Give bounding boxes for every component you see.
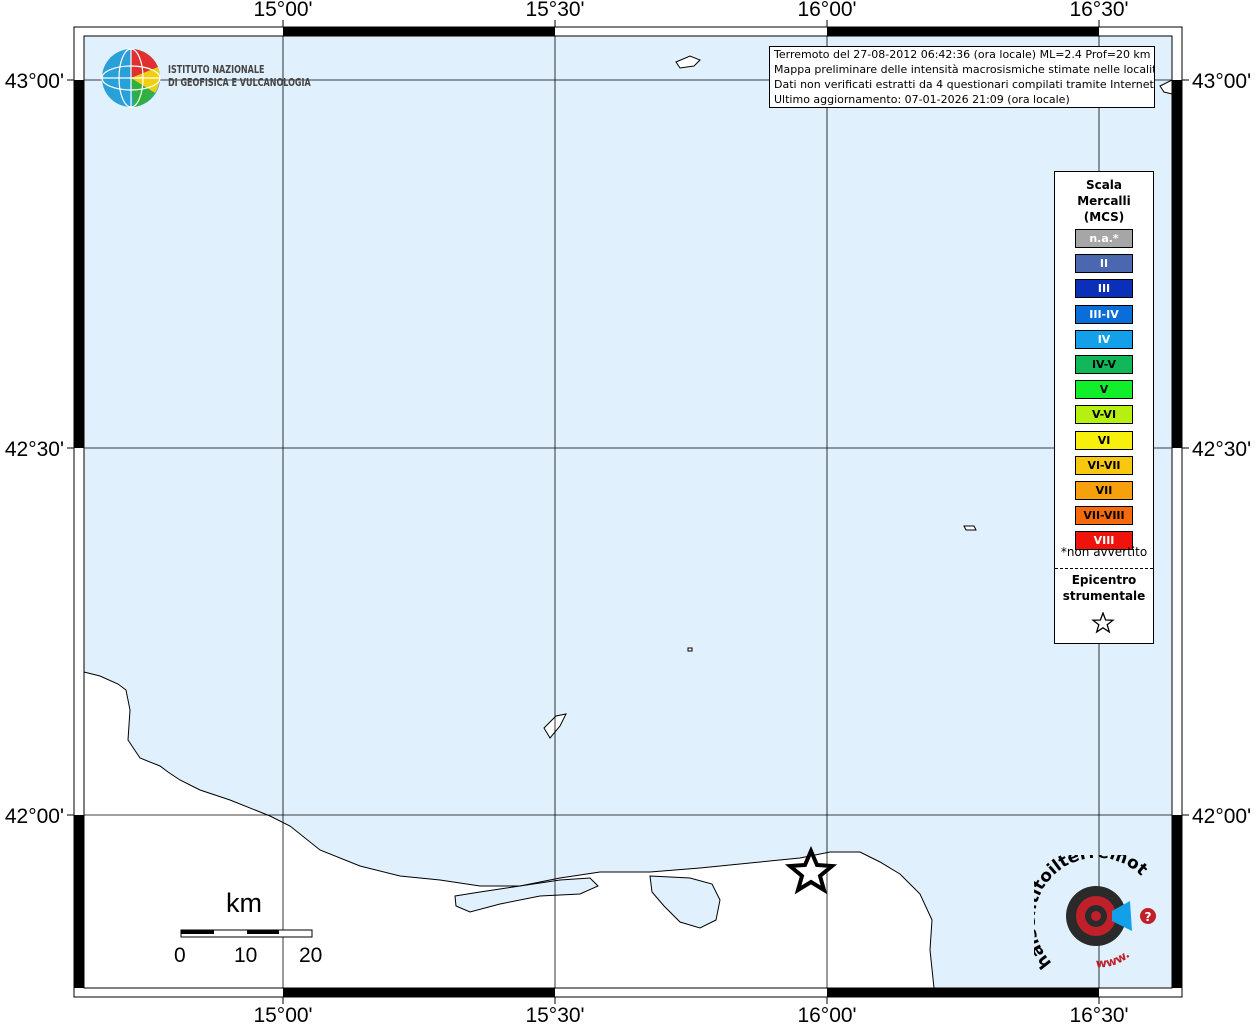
event-info-line1: Terremoto del 27-08-2012 06:42:36 (ora l… (774, 48, 1151, 61)
legend-title-line2: Mercalli (1077, 194, 1131, 208)
legend-item: V-VI (1075, 405, 1133, 425)
scale-tick-20: 20 (299, 944, 323, 967)
bottom-label-16-30: 16°30' (1069, 1004, 1128, 1024)
legend-epicenter-line2: strumentale (1062, 589, 1146, 603)
ingv-name: ISTITUTO NAZIONALE DI GEOFISICA E VULCAN… (168, 64, 311, 90)
legend-item: V (1075, 380, 1133, 400)
legend-title-line3: (MCS) (1083, 210, 1125, 224)
mcs-legend: Scala Mercalli (MCS) n.a.* II III III-IV IV I… (1054, 171, 1154, 644)
top-label-16-30: 16°30' (1069, 0, 1128, 21)
legend-item: III (1075, 279, 1133, 299)
right-label-42-00: 42°00' (1192, 805, 1251, 828)
legend-star-icon (1091, 612, 1115, 634)
event-info-line2: Mappa preliminare delle intensità macros… (774, 63, 1155, 76)
event-info-line3: Dati non verificati estratti da 4 questi… (774, 78, 1155, 91)
legend-divider (1055, 568, 1153, 569)
right-label-42-30: 42°30' (1192, 438, 1251, 461)
bottom-label-15-00: 15°00' (253, 1004, 312, 1024)
question-mark: ? (1145, 910, 1152, 924)
right-label-43-00: 43°00' (1192, 70, 1251, 93)
hsit-www: www. (1096, 947, 1133, 970)
event-info-line4: Ultimo aggiornamento: 07-01-2026 21:09 (… (774, 93, 1070, 106)
event-info-box: Terremoto del 27-08-2012 06:42:36 (ora l… (769, 46, 1155, 108)
legend-item: n.a.* (1075, 229, 1133, 248)
legend-item: IV-V (1075, 354, 1133, 374)
left-label-42-30: 42°30' (5, 438, 64, 461)
legend-item: VII-VIII (1075, 506, 1133, 526)
left-label-43-00: 43°00' (5, 70, 64, 93)
legend-item: II (1075, 254, 1133, 274)
ingv-name-line2: DI GEOFISICA E VULCANOLOGIA (168, 77, 311, 89)
legend-epicenter-label: Epicentro strumentale (1055, 572, 1153, 604)
scale-tick-0: 0 (174, 944, 186, 967)
legend-epicenter-line1: Epicentro (1071, 573, 1137, 587)
island-pianosa (687, 647, 693, 652)
legend-items: n.a.* II III III-IV IV IV-V V V-VI VI VI-VII VII VI… (1075, 229, 1133, 556)
bottom-label-16-00: 16°00' (797, 1004, 856, 1024)
legend-item: VI (1075, 430, 1133, 450)
islet-east (963, 525, 977, 531)
legend-item: VII (1075, 480, 1133, 500)
legend-item: III-IV (1075, 304, 1133, 324)
legend-title: Scala Mercalli (MCS) (1055, 177, 1153, 225)
bottom-label-15-30: 15°30' (525, 1004, 584, 1024)
hsit-logo: haisentitoilterremoto.it www. ? (1034, 855, 1156, 973)
top-label-16-00: 16°00' (797, 0, 856, 21)
left-label-42-00: 42°00' (5, 805, 64, 828)
legend-item: VI-VII (1075, 455, 1133, 475)
scale-tick-10: 10 (234, 944, 258, 967)
legend-item: IV (1075, 329, 1133, 349)
top-label-15-30: 15°30' (525, 0, 584, 21)
scale-bar (180, 929, 313, 938)
legend-note: *non avvertito (1060, 545, 1148, 559)
ingv-name-line1: ISTITUTO NAZIONALE (168, 64, 265, 76)
legend-title-line1: Scala (1085, 178, 1123, 192)
scale-unit: km (226, 888, 262, 918)
ingv-globe-icon (101, 48, 161, 108)
top-label-15-00: 15°00' (253, 0, 312, 21)
